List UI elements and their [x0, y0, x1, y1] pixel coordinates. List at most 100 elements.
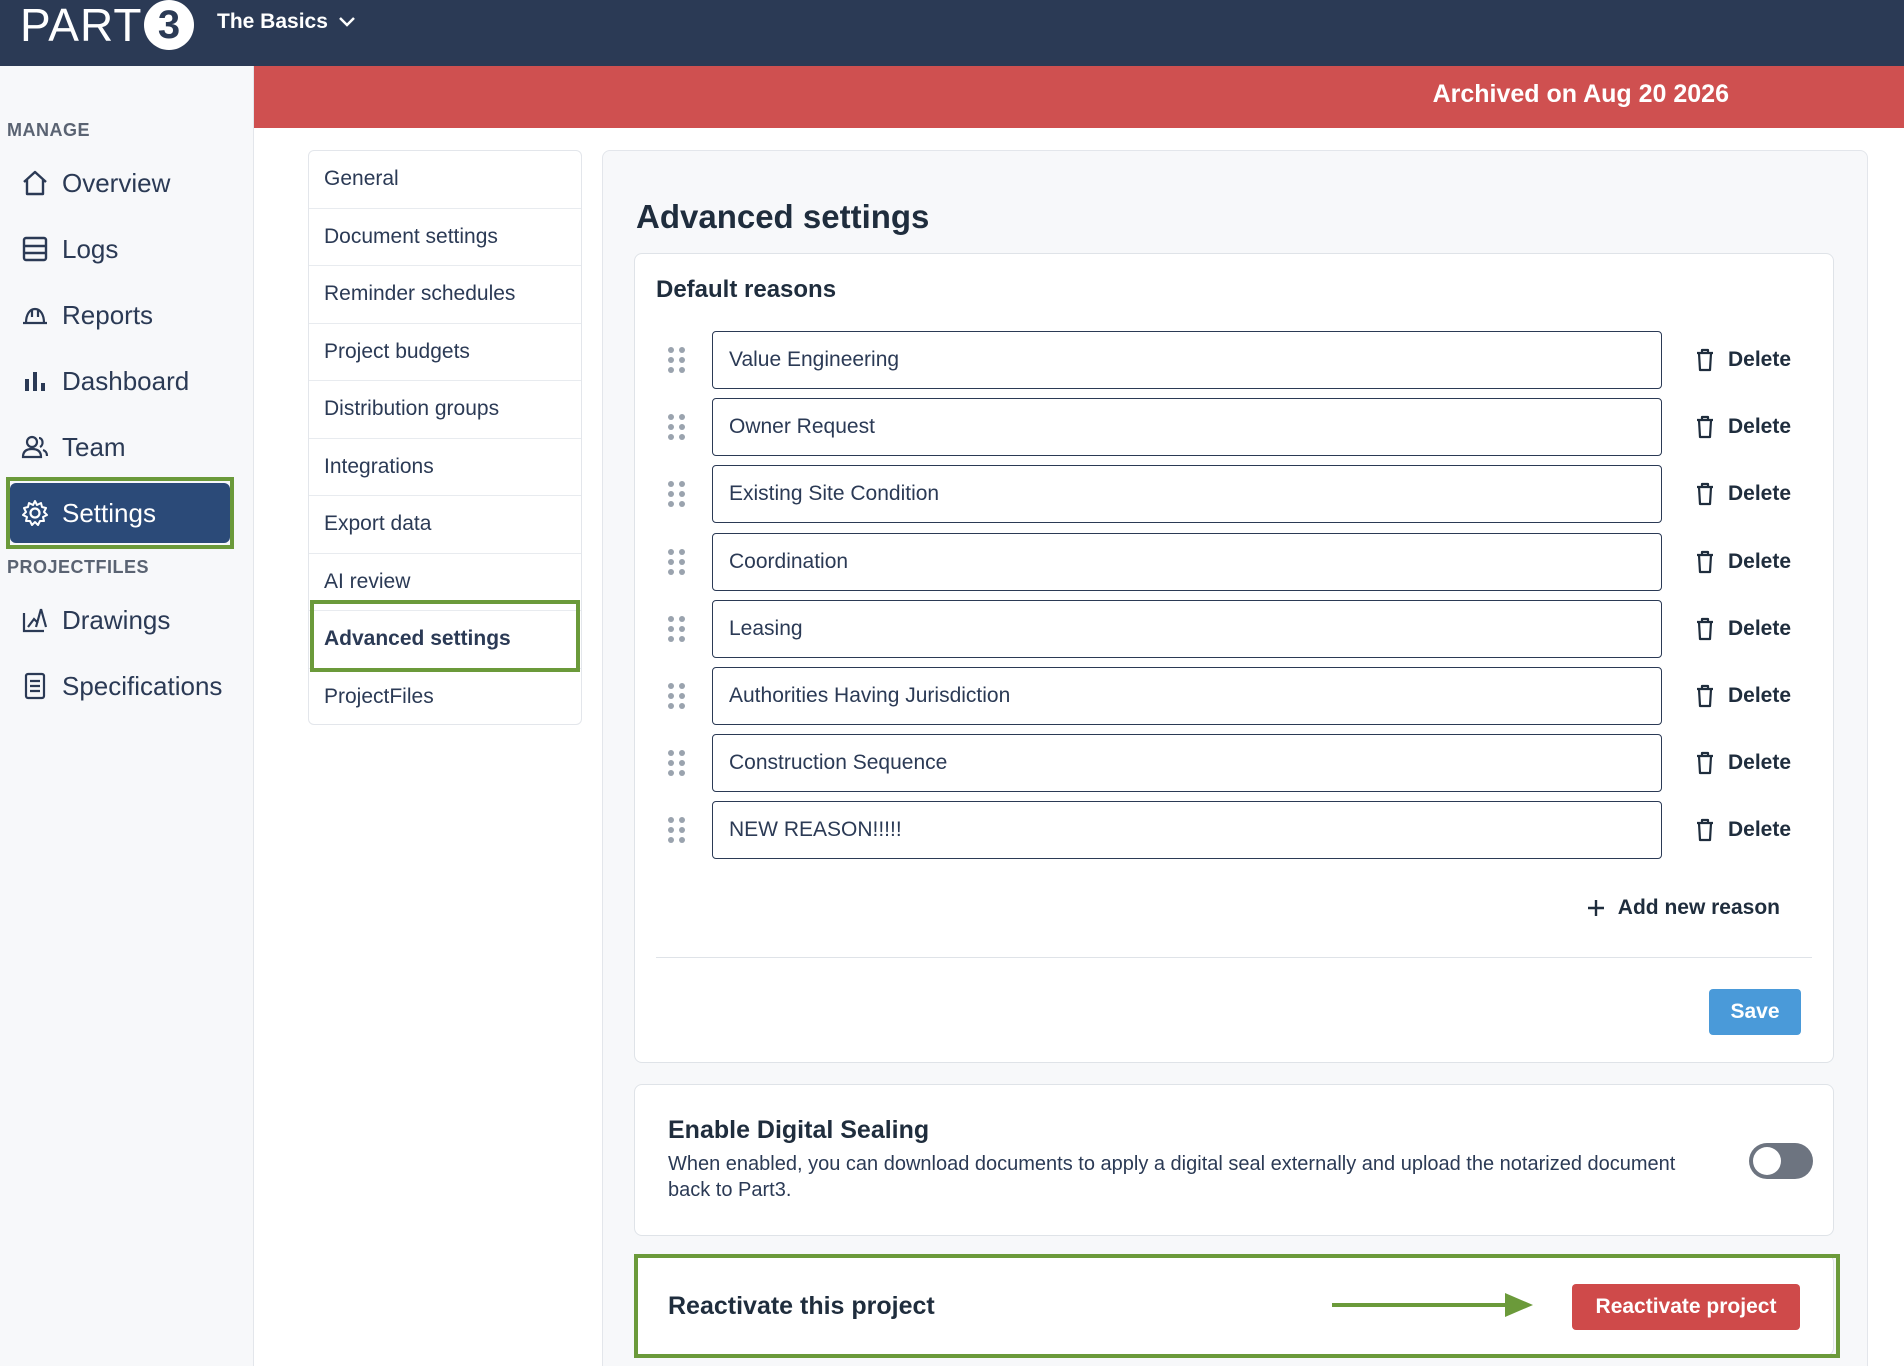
drag-handle-icon[interactable]: [668, 481, 686, 508]
reactivate-project-button[interactable]: Reactivate project: [1572, 1284, 1800, 1330]
subnav-general[interactable]: General: [309, 151, 581, 209]
digital-sealing-title: Enable Digital Sealing: [668, 1116, 930, 1144]
reason-row: Delete: [668, 465, 1798, 524]
drag-handle-icon[interactable]: [668, 817, 686, 844]
drag-handle-icon[interactable]: [668, 347, 686, 373]
sidebar-item-label: Dashboard: [62, 365, 190, 396]
add-new-reason-label: Add new reason: [1617, 896, 1780, 919]
delete-reason-button[interactable]: Delete: [1694, 751, 1791, 775]
hardhat-icon: [23, 307, 47, 325]
sidebar-item-specifications[interactable]: Specifications: [10, 656, 230, 716]
trash-icon: [1697, 819, 1713, 842]
sidebar-item-logs[interactable]: Logs: [10, 219, 230, 279]
trash-icon: [1697, 550, 1713, 573]
delete-label: Delete: [1728, 482, 1792, 506]
reason-row: Delete: [668, 599, 1798, 658]
reason-row: Delete: [668, 331, 1798, 389]
reason-input[interactable]: [712, 331, 1662, 389]
trash-icon: [1697, 483, 1713, 506]
reason-row: Delete: [668, 398, 1798, 457]
subnav-distribution-groups[interactable]: Distribution groups: [309, 381, 581, 439]
archived-banner-text: Archived on Aug 20 2026: [1432, 80, 1729, 108]
reason-row: Delete: [668, 667, 1798, 725]
plus-icon: [1587, 900, 1604, 916]
reason-input[interactable]: [712, 599, 1662, 658]
delete-label: Delete: [1728, 684, 1792, 707]
delete-reason-button[interactable]: Delete: [1694, 550, 1791, 574]
logs-icon: [22, 236, 48, 262]
settings-highlight-box: [6, 477, 234, 549]
delete-label: Delete: [1728, 818, 1792, 842]
subnav-export-data[interactable]: Export data: [309, 496, 581, 554]
sidebar-item-reports[interactable]: Reports: [10, 285, 230, 345]
reason-row: Delete: [668, 532, 1798, 591]
reason-input[interactable]: [712, 532, 1662, 591]
sidebar-item-overview[interactable]: Overview: [10, 153, 230, 213]
sidebar-section-projectfiles: PROJECTFILES: [7, 557, 150, 577]
delete-label: Delete: [1728, 549, 1792, 573]
reasons-divider: [656, 957, 1812, 958]
archived-banner: Archived on Aug 20 2026: [254, 66, 1904, 128]
team-icon: [21, 435, 49, 459]
drag-handle-icon[interactable]: [668, 615, 686, 642]
project-name: The Basics: [217, 10, 328, 33]
drawings-icon: [22, 608, 48, 633]
logo-number: 3: [144, 0, 195, 50]
delete-reason-button[interactable]: Delete: [1694, 415, 1791, 439]
reason-input[interactable]: [712, 465, 1662, 524]
sidebar-item-dashboard[interactable]: Dashboard: [10, 351, 230, 411]
add-new-reason-button[interactable]: Add new reason: [1586, 896, 1780, 920]
sidebar-item-label: Overview: [62, 167, 171, 198]
default-reasons-title: Default reasons: [656, 276, 837, 303]
bar-chart-icon: [25, 372, 45, 391]
sidebar-item-label: Logs: [62, 233, 119, 264]
sidebar-item-team[interactable]: Team: [10, 417, 230, 477]
save-button[interactable]: Save: [1709, 989, 1801, 1035]
advanced-settings-highlight-box: [310, 600, 580, 672]
chevron-down-icon: [339, 17, 355, 27]
delete-label: Delete: [1728, 415, 1792, 439]
delete-label: Delete: [1728, 616, 1792, 640]
delete-reason-button[interactable]: Delete: [1694, 818, 1791, 842]
reason-input[interactable]: [712, 667, 1662, 725]
arrow-right-icon: [1332, 1293, 1533, 1317]
page-title: Advanced settings: [636, 198, 930, 235]
subnav-integrations[interactable]: Integrations: [309, 439, 581, 496]
drag-handle-icon[interactable]: [668, 750, 686, 777]
sidebar-section-manage: MANAGE: [7, 120, 90, 140]
delete-reason-button[interactable]: Delete: [1694, 684, 1791, 708]
sidebar-item-label: Reports: [62, 299, 154, 330]
digital-sealing-description: When enabled, you can download documents…: [668, 1153, 1676, 1201]
delete-reason-button[interactable]: Delete: [1694, 617, 1791, 641]
home-icon: [23, 170, 47, 196]
reason-input[interactable]: [712, 398, 1662, 457]
subnav-projectfiles[interactable]: ProjectFiles: [309, 669, 581, 727]
sidebar-item-drawings[interactable]: Drawings: [10, 590, 230, 650]
part3-logo[interactable]: PART 3: [20, 0, 195, 51]
drag-handle-icon[interactable]: [668, 414, 686, 441]
toggle-knob: [1753, 1147, 1781, 1175]
subnav-project-budgets[interactable]: Project budgets: [309, 324, 581, 381]
drag-handle-icon[interactable]: [668, 548, 686, 575]
delete-label: Delete: [1728, 348, 1792, 371]
reason-input[interactable]: [712, 801, 1662, 860]
subnav-document-settings[interactable]: Document settings: [309, 209, 581, 266]
trash-icon: [1697, 617, 1713, 640]
reactivate-title: Reactivate this project: [668, 1292, 935, 1320]
trash-icon: [1697, 684, 1713, 708]
sidebar-item-label: Drawings: [62, 604, 171, 635]
document-icon: [24, 672, 46, 700]
project-switcher[interactable]: The Basics: [217, 10, 356, 34]
delete-reason-button[interactable]: Delete: [1694, 348, 1791, 372]
reason-row: Delete: [668, 734, 1798, 793]
trash-icon: [1697, 348, 1713, 372]
delete-reason-button[interactable]: Delete: [1694, 482, 1791, 506]
delete-label: Delete: [1728, 751, 1792, 775]
drag-handle-icon[interactable]: [668, 683, 686, 709]
reason-input[interactable]: [712, 734, 1662, 793]
reason-row: Delete: [668, 801, 1798, 860]
trash-icon: [1697, 416, 1713, 439]
digital-sealing-toggle[interactable]: [1749, 1143, 1813, 1179]
subnav-reminder-schedules[interactable]: Reminder schedules: [309, 266, 581, 324]
top-bar: PART 3 The Basics: [0, 0, 1904, 66]
